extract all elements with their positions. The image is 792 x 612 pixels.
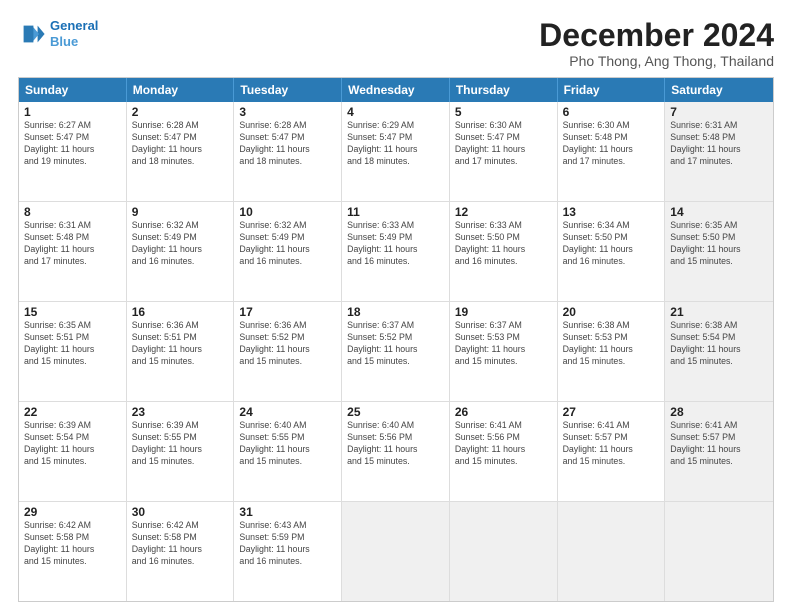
calendar-row-2: 8Sunrise: 6:31 AMSunset: 5:48 PMDaylight… [19, 201, 773, 301]
header: General Blue December 2024 Pho Thong, An… [18, 18, 774, 69]
header-wednesday: Wednesday [342, 78, 450, 102]
logo: General Blue [18, 18, 98, 49]
cal-cell-26: 26Sunrise: 6:41 AMSunset: 5:56 PMDayligh… [450, 402, 558, 501]
header-thursday: Thursday [450, 78, 558, 102]
cal-cell-16: 16Sunrise: 6:36 AMSunset: 5:51 PMDayligh… [127, 302, 235, 401]
cal-cell-18: 18Sunrise: 6:37 AMSunset: 5:52 PMDayligh… [342, 302, 450, 401]
cal-cell-24: 24Sunrise: 6:40 AMSunset: 5:55 PMDayligh… [234, 402, 342, 501]
cal-cell-14: 14Sunrise: 6:35 AMSunset: 5:50 PMDayligh… [665, 202, 773, 301]
cal-cell-4: 4Sunrise: 6:29 AMSunset: 5:47 PMDaylight… [342, 102, 450, 201]
cal-cell-5: 5Sunrise: 6:30 AMSunset: 5:47 PMDaylight… [450, 102, 558, 201]
cal-cell-9: 9Sunrise: 6:32 AMSunset: 5:49 PMDaylight… [127, 202, 235, 301]
header-sunday: Sunday [19, 78, 127, 102]
cal-cell-30: 30Sunrise: 6:42 AMSunset: 5:58 PMDayligh… [127, 502, 235, 601]
cal-cell-2: 2Sunrise: 6:28 AMSunset: 5:47 PMDaylight… [127, 102, 235, 201]
cal-cell-empty [665, 502, 773, 601]
calendar-row-3: 15Sunrise: 6:35 AMSunset: 5:51 PMDayligh… [19, 301, 773, 401]
header-tuesday: Tuesday [234, 78, 342, 102]
logo-icon [18, 20, 46, 48]
cal-cell-31: 31Sunrise: 6:43 AMSunset: 5:59 PMDayligh… [234, 502, 342, 601]
cal-cell-29: 29Sunrise: 6:42 AMSunset: 5:58 PMDayligh… [19, 502, 127, 601]
title-block: December 2024 Pho Thong, Ang Thong, Thai… [539, 18, 774, 69]
cal-cell-20: 20Sunrise: 6:38 AMSunset: 5:53 PMDayligh… [558, 302, 666, 401]
cal-cell-22: 22Sunrise: 6:39 AMSunset: 5:54 PMDayligh… [19, 402, 127, 501]
cal-cell-empty [450, 502, 558, 601]
calendar-header: Sunday Monday Tuesday Wednesday Thursday… [19, 78, 773, 102]
cal-cell-19: 19Sunrise: 6:37 AMSunset: 5:53 PMDayligh… [450, 302, 558, 401]
cal-cell-1: 1Sunrise: 6:27 AMSunset: 5:47 PMDaylight… [19, 102, 127, 201]
logo-text: General Blue [50, 18, 98, 49]
cal-cell-7: 7Sunrise: 6:31 AMSunset: 5:48 PMDaylight… [665, 102, 773, 201]
month-title: December 2024 [539, 18, 774, 53]
calendar-row-1: 1Sunrise: 6:27 AMSunset: 5:47 PMDaylight… [19, 102, 773, 201]
cal-cell-25: 25Sunrise: 6:40 AMSunset: 5:56 PMDayligh… [342, 402, 450, 501]
subtitle: Pho Thong, Ang Thong, Thailand [539, 53, 774, 69]
cal-cell-27: 27Sunrise: 6:41 AMSunset: 5:57 PMDayligh… [558, 402, 666, 501]
cal-cell-15: 15Sunrise: 6:35 AMSunset: 5:51 PMDayligh… [19, 302, 127, 401]
calendar: Sunday Monday Tuesday Wednesday Thursday… [18, 77, 774, 602]
calendar-row-4: 22Sunrise: 6:39 AMSunset: 5:54 PMDayligh… [19, 401, 773, 501]
cal-cell-17: 17Sunrise: 6:36 AMSunset: 5:52 PMDayligh… [234, 302, 342, 401]
cal-cell-11: 11Sunrise: 6:33 AMSunset: 5:49 PMDayligh… [342, 202, 450, 301]
header-monday: Monday [127, 78, 235, 102]
header-friday: Friday [558, 78, 666, 102]
cal-cell-8: 8Sunrise: 6:31 AMSunset: 5:48 PMDaylight… [19, 202, 127, 301]
cal-cell-empty [342, 502, 450, 601]
cal-cell-empty [558, 502, 666, 601]
cal-cell-13: 13Sunrise: 6:34 AMSunset: 5:50 PMDayligh… [558, 202, 666, 301]
calendar-row-5: 29Sunrise: 6:42 AMSunset: 5:58 PMDayligh… [19, 501, 773, 601]
header-saturday: Saturday [665, 78, 773, 102]
cal-cell-28: 28Sunrise: 6:41 AMSunset: 5:57 PMDayligh… [665, 402, 773, 501]
cal-cell-3: 3Sunrise: 6:28 AMSunset: 5:47 PMDaylight… [234, 102, 342, 201]
page: General Blue December 2024 Pho Thong, An… [0, 0, 792, 612]
cal-cell-6: 6Sunrise: 6:30 AMSunset: 5:48 PMDaylight… [558, 102, 666, 201]
cal-cell-23: 23Sunrise: 6:39 AMSunset: 5:55 PMDayligh… [127, 402, 235, 501]
cal-cell-10: 10Sunrise: 6:32 AMSunset: 5:49 PMDayligh… [234, 202, 342, 301]
cal-cell-21: 21Sunrise: 6:38 AMSunset: 5:54 PMDayligh… [665, 302, 773, 401]
cal-cell-12: 12Sunrise: 6:33 AMSunset: 5:50 PMDayligh… [450, 202, 558, 301]
calendar-body: 1Sunrise: 6:27 AMSunset: 5:47 PMDaylight… [19, 102, 773, 601]
